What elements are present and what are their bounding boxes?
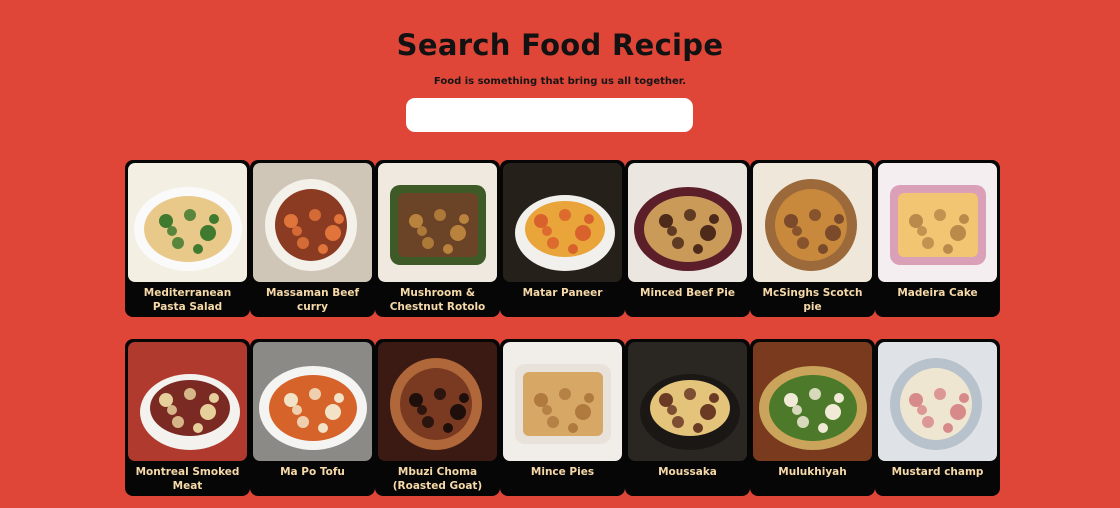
- recipe-card[interactable]: McSinghs Scotch pie: [750, 160, 875, 317]
- recipe-card[interactable]: Mince Pies: [500, 339, 625, 496]
- recipe-image: [503, 342, 622, 461]
- recipe-card[interactable]: Mushroom & Chestnut Rotolo: [375, 160, 500, 317]
- recipe-image: [878, 163, 997, 282]
- recipe-image: [753, 163, 872, 282]
- recipe-name: Mushroom & Chestnut Rotolo: [389, 287, 486, 313]
- page-title: Search Food Recipe: [396, 28, 724, 62]
- recipe-name: McSinghs Scotch pie: [762, 287, 863, 313]
- recipe-name: Madeira Cake: [897, 287, 978, 299]
- recipe-image: [753, 342, 872, 461]
- recipe-image: [253, 163, 372, 282]
- recipe-image: [128, 163, 247, 282]
- recipe-card[interactable]: Mediterranean Pasta Salad: [125, 160, 250, 317]
- recipe-card[interactable]: Mulukhiyah: [750, 339, 875, 496]
- recipe-image: [378, 163, 497, 282]
- recipe-image: [378, 342, 497, 461]
- recipe-card[interactable]: Matar Paneer: [500, 160, 625, 317]
- recipe-image: [628, 342, 747, 461]
- recipe-image: [878, 342, 997, 461]
- recipe-card[interactable]: Massaman Beef curry: [250, 160, 375, 317]
- recipe-card[interactable]: Ma Po Tofu: [250, 339, 375, 496]
- recipe-name: Mediterranean Pasta Salad: [143, 287, 232, 313]
- recipe-card[interactable]: Montreal Smoked Meat: [125, 339, 250, 496]
- recipe-image: [128, 342, 247, 461]
- recipe-name: Matar Paneer: [522, 287, 603, 299]
- recipe-image: [253, 342, 372, 461]
- recipe-name: Montreal Smoked Meat: [135, 466, 240, 492]
- recipe-card[interactable]: Mustard champ: [875, 339, 1000, 496]
- recipe-grid: Mediterranean Pasta Salad Massaman Beef c…: [125, 160, 1000, 497]
- recipe-card[interactable]: Madeira Cake: [875, 160, 1000, 317]
- recipe-card[interactable]: Mbuzi Choma (Roasted Goat): [375, 339, 500, 496]
- page-subtitle: Food is something that bring us all toge…: [433, 76, 687, 87]
- recipe-card[interactable]: Minced Beef Pie: [625, 160, 750, 317]
- recipe-name: Moussaka: [658, 466, 717, 478]
- recipe-name: Ma Po Tofu: [280, 466, 345, 478]
- recipe-image: [628, 163, 747, 282]
- recipe-name: Mulukhiyah: [778, 466, 847, 478]
- recipe-name: Massaman Beef curry: [265, 287, 360, 313]
- recipe-card[interactable]: Moussaka: [625, 339, 750, 496]
- search-input[interactable]: [406, 98, 693, 132]
- recipe-name: Mbuzi Choma (Roasted Goat): [392, 466, 483, 492]
- recipe-image: [503, 163, 622, 282]
- recipe-name: Mustard champ: [891, 466, 984, 478]
- recipe-name: Mince Pies: [530, 466, 595, 478]
- recipe-name: Minced Beef Pie: [640, 287, 735, 299]
